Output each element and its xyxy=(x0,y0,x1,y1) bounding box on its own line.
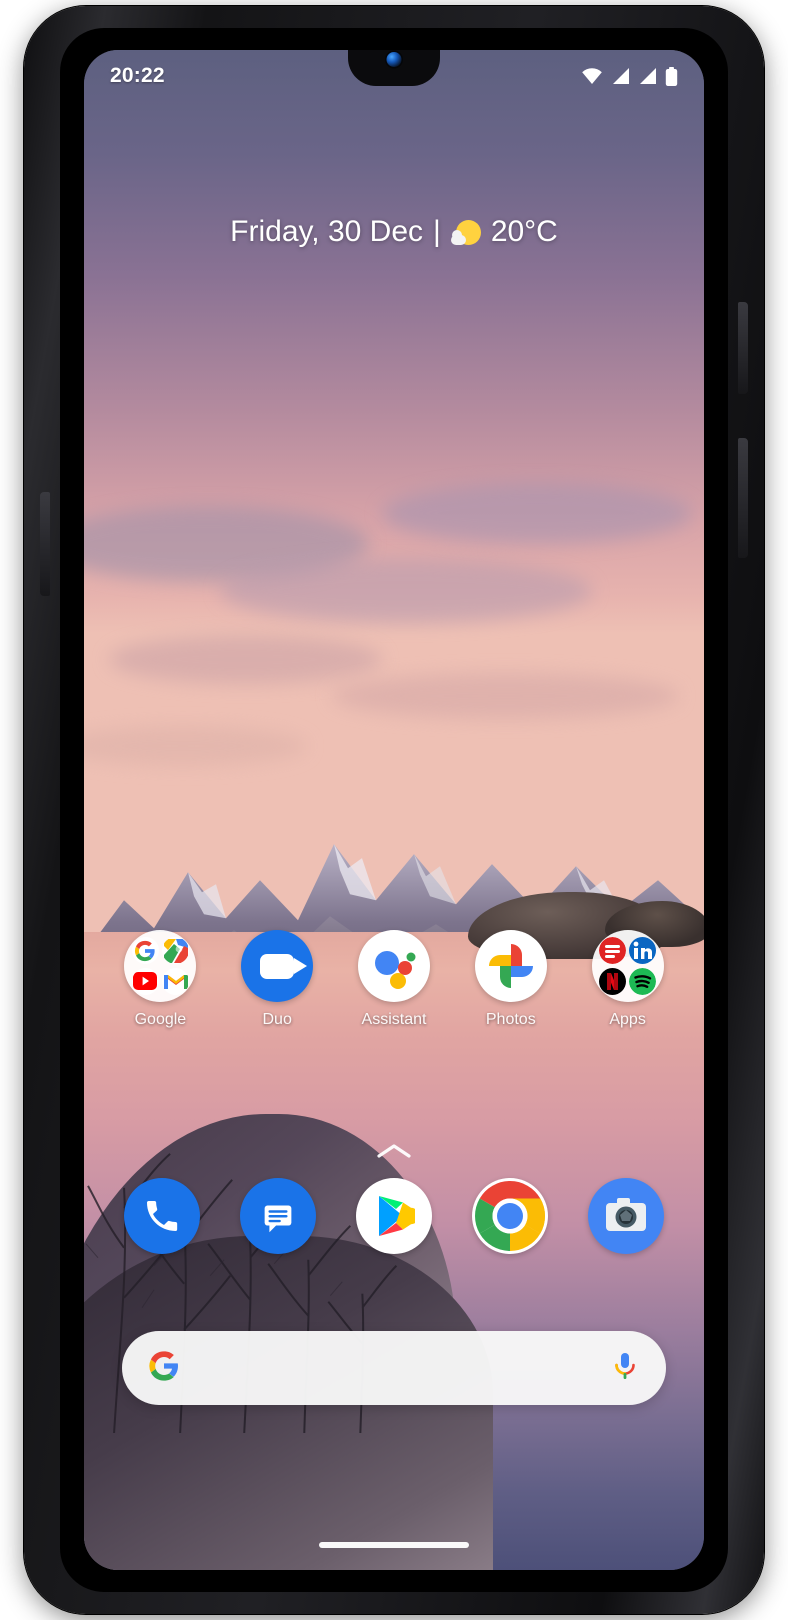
google-assistant-icon[interactable] xyxy=(357,930,430,1002)
volume-button[interactable] xyxy=(40,492,50,596)
app-drawer-chevron-icon[interactable] xyxy=(377,1143,411,1159)
app-label: Apps xyxy=(609,1011,646,1028)
microphone-icon[interactable] xyxy=(610,1350,640,1387)
google-search-icon xyxy=(131,937,159,965)
chrome-icon[interactable] xyxy=(472,1178,548,1254)
google-photos-icon[interactable] xyxy=(474,930,547,1002)
status-clock: 20:22 xyxy=(110,64,165,87)
app-label: Google xyxy=(134,1011,187,1028)
google-duo-icon[interactable] xyxy=(241,930,314,1002)
app-icon-google-folder[interactable]: Google xyxy=(108,930,212,1029)
home-app-row: Google Duo Assistant Photos Apps xyxy=(84,930,704,1029)
signal-sim2-icon xyxy=(640,68,656,84)
app-icon-apps-folder[interactable]: Apps xyxy=(576,930,680,1029)
gmail-icon xyxy=(162,967,190,995)
date-weather-widget[interactable]: Friday, 30 Dec | 20°C xyxy=(84,215,704,249)
google-folder-icon[interactable] xyxy=(124,930,197,1002)
app-label: Duo xyxy=(262,1011,292,1028)
status-icons xyxy=(581,66,678,86)
messages-icon[interactable] xyxy=(240,1178,316,1254)
power-button[interactable] xyxy=(738,302,748,394)
sun-behind-cloud-icon xyxy=(450,217,481,247)
camera-icon[interactable] xyxy=(588,1178,664,1254)
google-g-icon xyxy=(148,1350,180,1387)
widget-date: Friday, 30 Dec xyxy=(230,215,424,248)
dock xyxy=(84,1178,704,1254)
app-label: Assistant xyxy=(361,1011,427,1028)
signal-sim1-icon xyxy=(613,68,629,84)
phone-body: 20:22 Friday, 30 Dec | 20°C Google Duo A… xyxy=(24,6,764,1614)
app-icon-photos[interactable]: Photos xyxy=(459,930,563,1029)
assistant-button[interactable] xyxy=(738,438,748,558)
status-bar: 20:22 xyxy=(84,50,704,102)
google-play-icon[interactable] xyxy=(356,1178,432,1254)
screenshot-root: 20:22 Friday, 30 Dec | 20°C Google Duo A… xyxy=(0,0,788,1620)
widget-temperature: 20°C xyxy=(490,215,558,248)
phone-screen[interactable]: 20:22 Friday, 30 Dec | 20°C Google Duo A… xyxy=(84,50,704,1570)
apps-folder-icon[interactable] xyxy=(591,930,664,1002)
wifi-icon xyxy=(582,68,602,84)
netflix-icon xyxy=(598,967,626,995)
app-icon-duo[interactable]: Duo xyxy=(225,930,329,1029)
linkedin-icon xyxy=(629,937,657,965)
battery-icon xyxy=(665,66,678,86)
phone-icon[interactable] xyxy=(124,1178,200,1254)
widget-separator: | xyxy=(433,215,441,248)
home-gesture-indicator[interactable] xyxy=(319,1542,469,1548)
google-maps-icon xyxy=(162,937,190,965)
app-label: Photos xyxy=(485,1011,536,1028)
spotify-icon xyxy=(629,967,657,995)
red-app-icon xyxy=(598,937,626,965)
youtube-icon xyxy=(131,967,159,995)
google-search-bar[interactable] xyxy=(122,1331,666,1405)
app-icon-assistant[interactable]: Assistant xyxy=(342,930,446,1029)
